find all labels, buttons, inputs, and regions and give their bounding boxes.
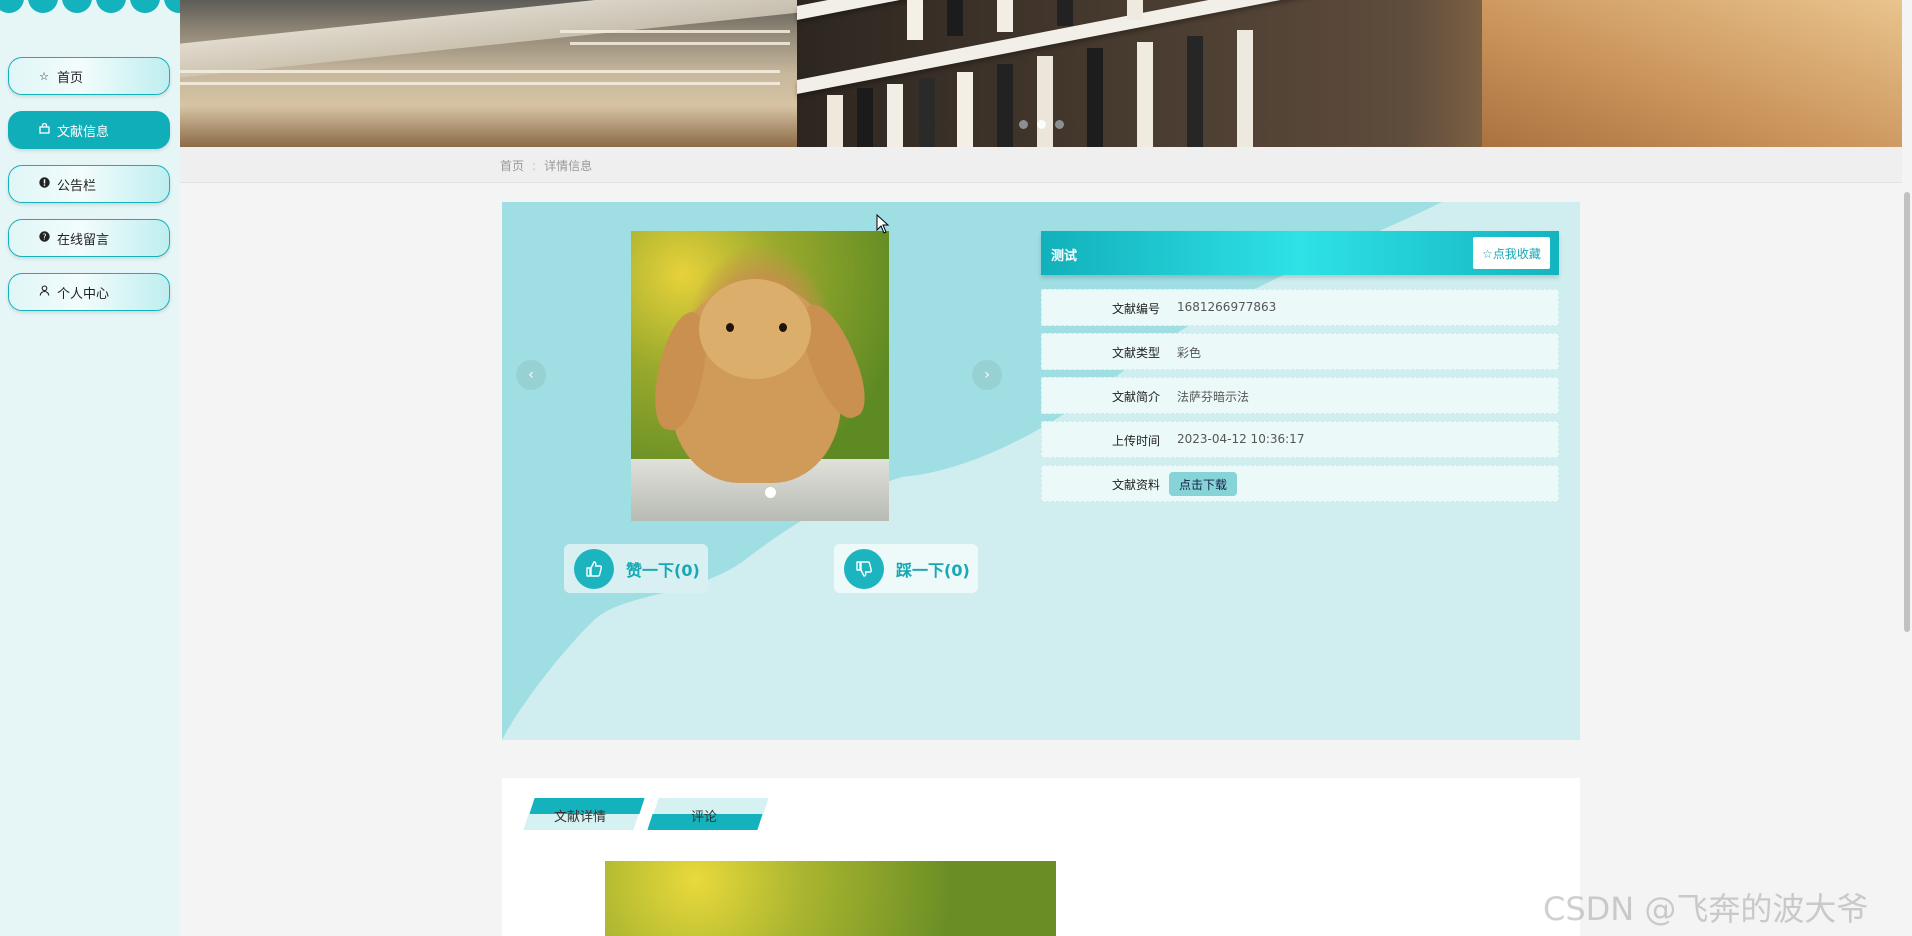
tab-comments[interactable]: 评论 bbox=[647, 796, 769, 832]
info-key: 文献简介 bbox=[1111, 390, 1160, 404]
exclamation-circle-icon bbox=[37, 177, 51, 191]
literature-image bbox=[631, 231, 889, 521]
sidebar-item-label: 在线留言 bbox=[57, 232, 110, 248]
like-label: 赞一下(0) bbox=[626, 560, 700, 580]
carousel-indicators bbox=[1019, 120, 1064, 129]
mouse-cursor-icon bbox=[876, 214, 890, 234]
info-row-material: 文献资料 点击下载 bbox=[1041, 465, 1559, 502]
info-row-type: 文献类型 彩色 bbox=[1041, 333, 1559, 370]
breadcrumb-bar: 首页: 详情信息 bbox=[180, 147, 1902, 183]
banner-carousel[interactable] bbox=[180, 0, 1902, 147]
sidebar-item-literature-info[interactable]: 文献信息 bbox=[8, 111, 170, 149]
breadcrumb-current: 详情信息 bbox=[544, 159, 593, 173]
info-key: 文献编号 bbox=[1111, 302, 1160, 316]
sidebar-item-label: 文献信息 bbox=[57, 124, 110, 140]
content-tabs-panel: 文献详情 评论 bbox=[502, 778, 1580, 936]
download-button[interactable]: 点击下载 bbox=[1169, 472, 1237, 496]
detail-content-image bbox=[605, 861, 1056, 936]
banner-image-books bbox=[180, 0, 820, 147]
info-row-upload-time: 上传时间 2023-04-12 10:36:17 bbox=[1041, 421, 1559, 458]
user-icon bbox=[37, 285, 51, 299]
favorite-button[interactable]: ☆点我收藏 bbox=[1473, 237, 1550, 269]
sidebar-item-label: 首页 bbox=[57, 70, 84, 86]
info-key: 文献类型 bbox=[1111, 346, 1160, 360]
breadcrumb-home[interactable]: 首页 bbox=[500, 159, 524, 173]
info-value: 1681266977863 bbox=[1177, 300, 1277, 314]
sidebar-decoration bbox=[0, 0, 180, 13]
sidebar: ☆ 首页 文献信息 公告栏 ? 在线留言 个人中心 bbox=[0, 0, 180, 936]
bag-icon bbox=[37, 122, 51, 137]
info-key: 文献资料 bbox=[1111, 478, 1160, 492]
prev-image-button[interactable]: ‹ bbox=[516, 360, 546, 390]
info-row-summary: 文献简介 法萨芬暗示法 bbox=[1041, 377, 1559, 414]
dislike-label: 踩一下(0) bbox=[896, 560, 970, 580]
star-icon: ☆ bbox=[39, 69, 49, 83]
dislike-button[interactable]: 踩一下(0) bbox=[834, 544, 978, 593]
sidebar-item-home[interactable]: ☆ 首页 bbox=[8, 57, 170, 95]
tab-label: 评论 bbox=[690, 810, 717, 825]
detail-title: 测试 bbox=[1051, 249, 1078, 264]
chevron-left-icon: ‹ bbox=[528, 367, 534, 383]
info-value: 法萨芬暗示法 bbox=[1177, 390, 1250, 404]
tab-literature-details[interactable]: 文献详情 bbox=[523, 796, 645, 832]
chevron-right-icon: › bbox=[984, 367, 990, 383]
banner-image-bookshelf bbox=[797, 0, 1902, 147]
tab-label: 文献详情 bbox=[553, 810, 606, 825]
info-value: 2023-04-12 10:36:17 bbox=[1177, 432, 1305, 446]
thumbs-up-icon bbox=[574, 548, 614, 589]
sidebar-item-online-message[interactable]: ? 在线留言 bbox=[8, 219, 170, 257]
next-image-button[interactable]: › bbox=[972, 360, 1002, 390]
carousel-dot-active[interactable] bbox=[1037, 120, 1046, 129]
info-row-id: 文献编号 1681266977863 bbox=[1041, 289, 1559, 326]
thumbs-down-icon bbox=[844, 548, 884, 589]
sidebar-item-notice-board[interactable]: 公告栏 bbox=[8, 165, 170, 203]
sidebar-item-personal-center[interactable]: 个人中心 bbox=[8, 273, 170, 311]
watermark: CSDN @飞奔的波大爷 bbox=[1543, 890, 1869, 928]
sidebar-item-label: 公告栏 bbox=[57, 178, 97, 194]
question-circle-icon: ? bbox=[37, 231, 51, 245]
info-value: 彩色 bbox=[1177, 346, 1202, 360]
detail-title-bar: 测试 ☆点我收藏 bbox=[1041, 231, 1559, 275]
carousel-dot[interactable] bbox=[1019, 120, 1028, 129]
image-indicator-dot[interactable] bbox=[765, 487, 776, 498]
scrollbar-thumb[interactable] bbox=[1904, 192, 1910, 632]
page-scrollbar[interactable] bbox=[1902, 0, 1912, 936]
svg-text:?: ? bbox=[42, 233, 46, 242]
carousel-dot[interactable] bbox=[1055, 120, 1064, 129]
info-key: 上传时间 bbox=[1111, 434, 1160, 448]
detail-panel: ‹ › 赞一下(0) 踩一下(0) 测试 ☆点我收藏 文献编号 16812669… bbox=[502, 202, 1580, 740]
breadcrumb-separator: : bbox=[532, 159, 537, 173]
sidebar-item-label: 个人中心 bbox=[57, 286, 110, 302]
breadcrumb: 首页: 详情信息 bbox=[500, 157, 592, 174]
like-button[interactable]: 赞一下(0) bbox=[564, 544, 708, 593]
